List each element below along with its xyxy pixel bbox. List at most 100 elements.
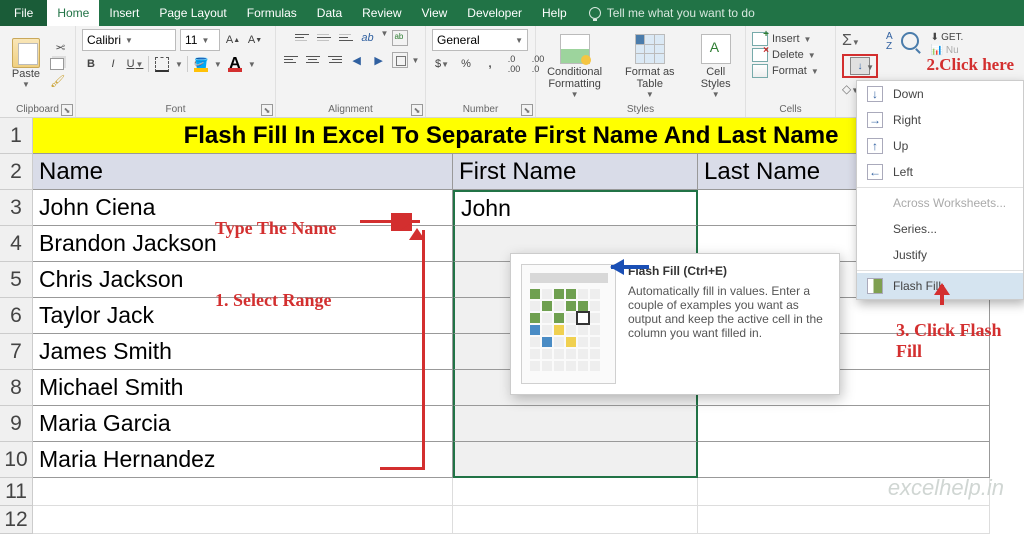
paste-icon	[12, 38, 40, 68]
row-header-5[interactable]: 5	[0, 262, 33, 298]
tab-home[interactable]: Home	[47, 0, 99, 26]
increase-font-icon[interactable]: A▲	[224, 31, 242, 49]
number-dialog-launcher[interactable]: ⬊	[521, 104, 533, 116]
tell-me-search[interactable]: Tell me what you want to do	[589, 0, 755, 26]
cell-a2[interactable]: Name	[33, 154, 453, 190]
decrease-indent-icon[interactable]: ◀	[348, 51, 366, 69]
cell-c12[interactable]	[698, 506, 990, 534]
bold-button[interactable]: B	[82, 55, 100, 73]
tooltip-body: Automatically fill in values. Enter a co…	[628, 284, 829, 340]
wrap-text-button[interactable]	[392, 29, 408, 47]
format-cells-button[interactable]: Format▼	[752, 64, 819, 78]
tab-help[interactable]: Help	[532, 0, 577, 26]
format-painter-icon[interactable]: 🖌	[50, 74, 65, 88]
cell-a11[interactable]	[33, 478, 453, 506]
borders-button[interactable]	[153, 55, 171, 73]
sort-icon: AZ	[886, 32, 893, 52]
cell-b3[interactable]: John	[453, 190, 698, 226]
row-header-11[interactable]: 11	[0, 478, 33, 506]
tab-formulas[interactable]: Formulas	[237, 0, 307, 26]
row-header-8[interactable]: 8	[0, 370, 33, 406]
format-as-table-button[interactable]: Format as Table▼	[617, 34, 682, 99]
align-right-icon[interactable]	[326, 51, 344, 67]
delete-cells-button[interactable]: Delete▼	[752, 48, 816, 62]
alignment-dialog-launcher[interactable]: ⬊	[411, 104, 423, 116]
cell-a12[interactable]	[33, 506, 453, 534]
tab-view[interactable]: View	[412, 0, 458, 26]
font-color-button[interactable]: A	[226, 55, 244, 73]
percent-format-icon[interactable]: %	[456, 55, 476, 73]
annotation-arrow-2	[604, 262, 649, 272]
cell-b9[interactable]	[453, 406, 698, 442]
decrease-font-icon[interactable]: A▼	[246, 31, 264, 49]
row-header-12[interactable]: 12	[0, 506, 33, 534]
cell-b11[interactable]	[453, 478, 698, 506]
fill-right-item[interactable]: →Right	[857, 107, 1023, 133]
flash-fill-tooltip: Flash Fill (Ctrl+E) Automatically fill i…	[510, 253, 840, 395]
align-center-icon[interactable]	[304, 51, 322, 67]
font-dialog-launcher[interactable]: ⬊	[261, 104, 273, 116]
font-name-dropdown[interactable]: Calibri▼	[82, 29, 176, 51]
sort-filter-button[interactable]: AZ	[886, 32, 893, 52]
row-header-9[interactable]: 9	[0, 406, 33, 442]
fill-justify-item[interactable]: Justify	[857, 242, 1023, 268]
cell-c9[interactable]	[698, 406, 990, 442]
tooltip-image	[521, 264, 616, 384]
align-bottom-icon[interactable]	[337, 29, 355, 45]
cell-b2[interactable]: First Name	[453, 154, 698, 190]
cell-styles-button[interactable]: Cell Styles▼	[692, 34, 739, 99]
fill-series-item[interactable]: Series...	[857, 216, 1023, 242]
row-header-4[interactable]: 4	[0, 226, 33, 262]
font-size-dropdown[interactable]: 11▼	[180, 29, 220, 51]
tab-developer[interactable]: Developer	[457, 0, 532, 26]
left-arrow-icon: ←	[867, 164, 883, 180]
row-header-10[interactable]: 10	[0, 442, 33, 478]
tab-page-layout[interactable]: Page Layout	[149, 0, 236, 26]
copy-icon[interactable]	[50, 58, 64, 70]
increase-decimal-icon[interactable]: .0.00	[504, 55, 524, 73]
tooltip-title: Flash Fill (Ctrl+E)	[628, 264, 829, 278]
cell-title[interactable]: Flash Fill In Excel To Separate First Na…	[33, 118, 990, 154]
tab-insert[interactable]: Insert	[99, 0, 149, 26]
fill-dropdown-menu: ↓Down →Right ↑Up ←Left Across Worksheets…	[856, 80, 1024, 300]
cut-icon[interactable]: ✂	[50, 40, 65, 54]
tab-review[interactable]: Review	[352, 0, 411, 26]
row-header-1[interactable]: 1	[0, 118, 33, 154]
italic-button[interactable]: I	[104, 55, 122, 73]
underline-button[interactable]: U▼	[126, 55, 144, 73]
tab-file[interactable]: File	[0, 0, 47, 26]
align-left-icon[interactable]	[282, 51, 300, 67]
row-header-3[interactable]: 3	[0, 190, 33, 226]
format-icon	[752, 64, 768, 78]
insert-cells-button[interactable]: Insert▼	[752, 32, 811, 46]
fill-down-item[interactable]: ↓Down	[857, 81, 1023, 107]
tab-data[interactable]: Data	[307, 0, 352, 26]
paste-button[interactable]: Paste ▼	[6, 38, 46, 89]
conditional-formatting-button[interactable]: Conditional Formatting▼	[542, 34, 607, 99]
autosum-icon[interactable]: Σ▼	[842, 32, 878, 50]
cell-b10[interactable]	[453, 442, 698, 478]
accounting-format-icon[interactable]: $▼	[432, 55, 452, 73]
annotation-click-here: 2.Click here	[926, 55, 1014, 75]
format-as-table-icon	[635, 34, 665, 64]
row-header-7[interactable]: 7	[0, 334, 33, 370]
clipboard-dialog-launcher[interactable]: ⬊	[61, 104, 73, 116]
comma-format-icon[interactable]: ,	[480, 55, 500, 73]
merge-center-button[interactable]: ▼	[392, 51, 420, 69]
cell-b12[interactable]	[453, 506, 698, 534]
fill-left-item[interactable]: ←Left	[857, 159, 1023, 185]
row-header-2[interactable]: 2	[0, 154, 33, 190]
orientation-icon[interactable]: ab	[359, 29, 377, 47]
fill-color-button[interactable]: 🪣	[192, 55, 210, 73]
align-top-icon[interactable]	[293, 29, 311, 45]
find-select-button[interactable]	[901, 32, 919, 52]
fill-up-item[interactable]: ↑Up	[857, 133, 1023, 159]
cell-c10[interactable]	[698, 442, 990, 478]
increase-indent-icon[interactable]: ▶	[370, 51, 388, 69]
align-middle-icon[interactable]	[315, 29, 333, 45]
row-header-6[interactable]: 6	[0, 298, 33, 334]
get-addin-1[interactable]: ⬇ GET.	[931, 32, 964, 43]
fill-button[interactable]: ↓ ▼	[842, 54, 878, 78]
number-format-dropdown[interactable]: General▼	[432, 29, 528, 51]
watermark: excelhelp.in	[888, 475, 1004, 501]
